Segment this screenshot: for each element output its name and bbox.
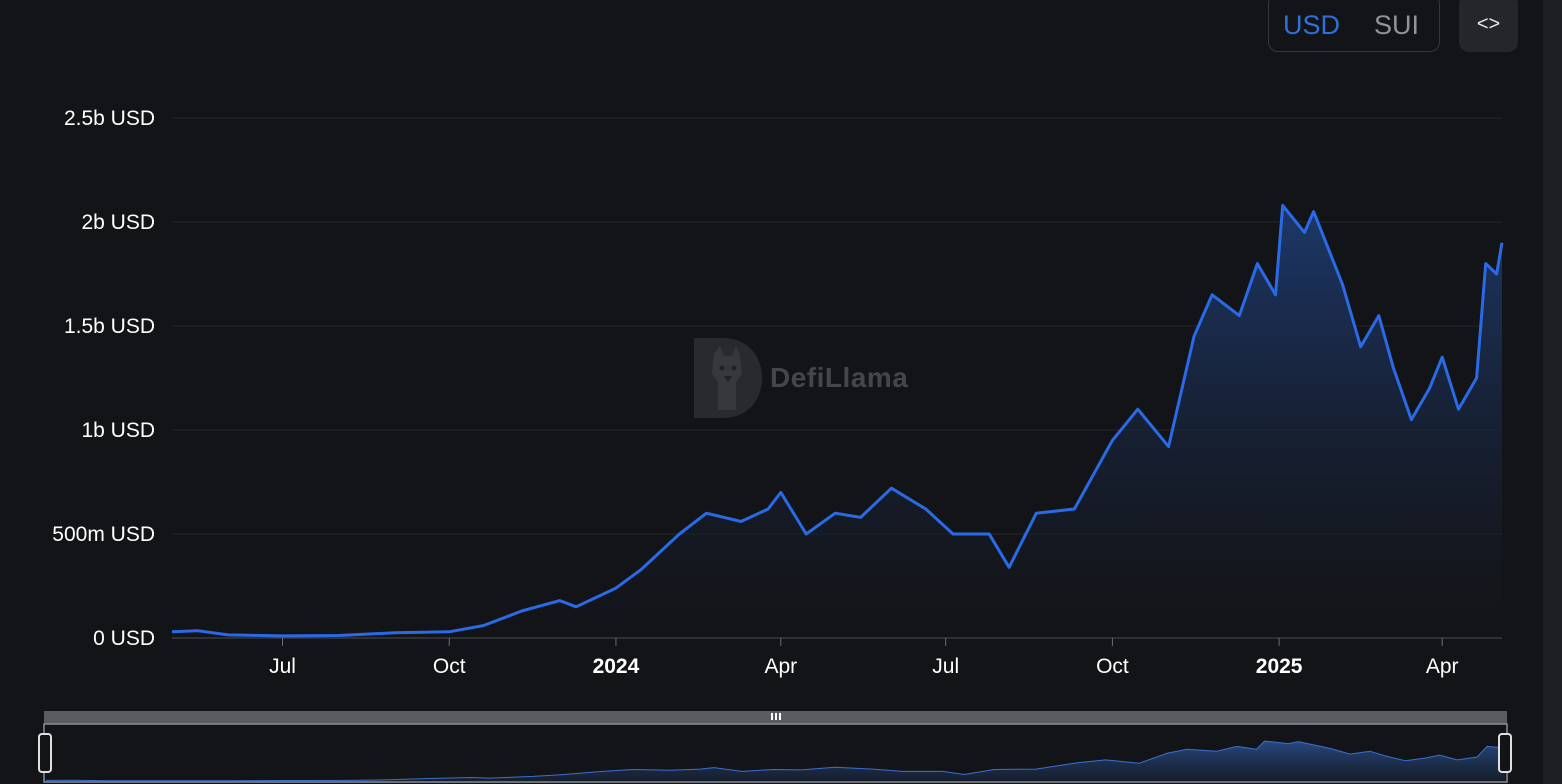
zoom-handle-right[interactable] [1498,733,1512,773]
x-tick-label: Jul [269,655,296,678]
y-tick-label: 2b USD [81,211,155,234]
watermark: DefiLlama [692,338,908,418]
y-axis: 0 USD 500m USD 1b USD 1.5b USD 2b USD 2.5b US… [52,107,155,650]
y-tick-label: 1b USD [81,419,155,442]
x-axis: Jul Oct 2024 Apr Jul Oct 2025 Apr [269,638,1459,678]
x-tick-label: Apr [764,655,797,678]
zoom-preview-area [46,741,1505,781]
zoom-grip-icon [771,713,781,720]
y-tick-label: 1.5b USD [64,315,155,338]
x-tick-label: 2024 [593,655,640,678]
x-tick-label: 2025 [1256,655,1303,678]
right-edge-strip [1543,0,1562,784]
x-tick-label: Oct [1096,655,1129,678]
y-tick-label: 500m USD [52,523,155,546]
x-tick-label: Jul [932,655,959,678]
tvl-area [172,205,1502,638]
y-tick-label: 0 USD [93,627,155,650]
watermark-text: DefiLlama [770,362,909,393]
x-tick-label: Apr [1426,655,1459,678]
y-tick-label: 2.5b USD [64,107,155,130]
zoom-handle-left[interactable] [38,733,52,773]
x-tick-label: Oct [433,655,466,678]
llama-logo-icon [694,338,762,418]
